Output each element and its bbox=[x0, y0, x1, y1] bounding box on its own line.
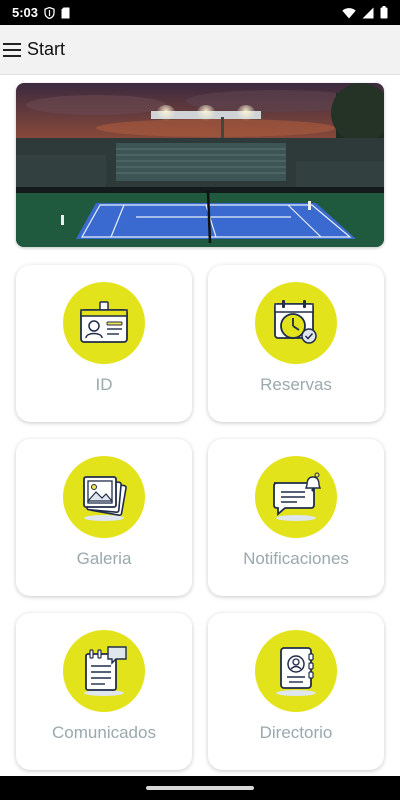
app-bar: Start bbox=[0, 25, 400, 75]
page-title: Start bbox=[27, 39, 66, 59]
tile-id[interactable]: ID bbox=[16, 265, 192, 422]
wifi-icon bbox=[342, 7, 356, 19]
battery-icon bbox=[380, 6, 388, 19]
tile-directorio[interactable]: Directorio bbox=[208, 613, 384, 770]
tile-label: Comunicados bbox=[52, 723, 156, 742]
contact-book-icon bbox=[255, 630, 337, 712]
tile-label: Galeria bbox=[76, 549, 132, 568]
shield-icon bbox=[44, 6, 55, 19]
tile-comunicados[interactable]: Comunicados bbox=[16, 613, 192, 770]
tile-label: Reservas bbox=[260, 375, 332, 394]
status-time: 5:03 bbox=[12, 5, 39, 20]
home-gesture-handle[interactable] bbox=[146, 786, 254, 790]
tile-reservas[interactable]: Reservas bbox=[208, 265, 384, 422]
tile-galeria[interactable]: Galeria bbox=[16, 439, 192, 596]
notepad-message-icon bbox=[63, 630, 145, 712]
sd-card-icon bbox=[61, 7, 70, 19]
calendar-clock-icon bbox=[255, 282, 337, 364]
navigation-bar bbox=[0, 776, 400, 800]
photo-gallery-icon bbox=[63, 456, 145, 538]
hamburger-menu-icon[interactable] bbox=[3, 40, 25, 60]
tile-label: Directorio bbox=[259, 723, 333, 742]
banner-image bbox=[16, 83, 384, 247]
tile-label: ID bbox=[95, 375, 113, 394]
notification-bell-icon bbox=[255, 456, 337, 538]
status-bar: 5:03 bbox=[0, 0, 400, 25]
signal-icon bbox=[362, 7, 374, 19]
tile-label: Notificaciones bbox=[243, 549, 349, 568]
id-card-icon bbox=[63, 282, 145, 364]
tile-notificaciones[interactable]: Notificaciones bbox=[208, 439, 384, 596]
